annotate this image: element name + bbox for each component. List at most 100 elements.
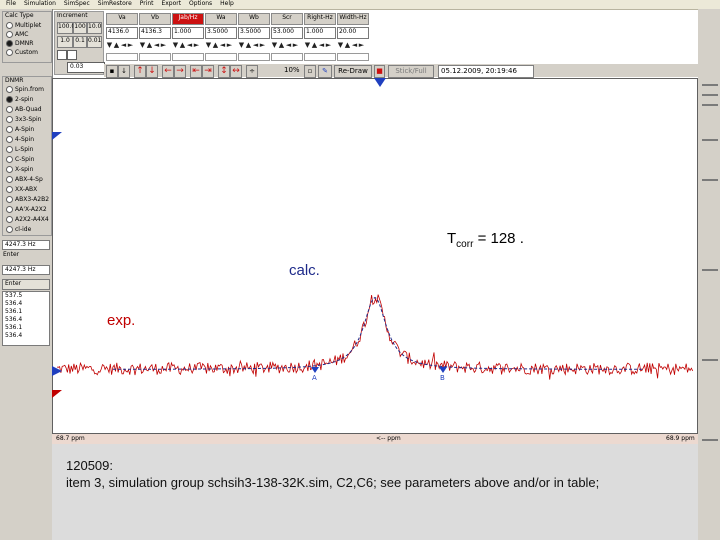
step-left-icon[interactable]: ◄ xyxy=(318,41,325,50)
save-icon[interactable]: ▪ xyxy=(106,65,118,78)
dnmr-option[interactable]: 4-Spin xyxy=(3,136,51,145)
expand-right-icon[interactable]: ⇥ xyxy=(202,65,214,78)
redraw-button[interactable]: Re-Draw xyxy=(334,65,372,78)
increment-button-1[interactable]: 1.0 xyxy=(57,36,73,48)
list-item[interactable]: 536.1 xyxy=(5,308,49,316)
dnmr-option[interactable]: 3x3-Spin xyxy=(3,116,51,125)
step-left-icon[interactable]: ◄ xyxy=(351,41,358,50)
param-label[interactable]: Wa xyxy=(205,13,237,25)
calc-option-custom[interactable]: Custom xyxy=(3,49,51,57)
arrow-down-icon[interactable]: ↓ xyxy=(146,65,158,78)
dnmr-option[interactable]: A2X2-A4X4 xyxy=(3,216,51,225)
param-value-field[interactable]: 3.5000 xyxy=(205,27,237,39)
dnmr-option[interactable]: 2-spin xyxy=(3,96,51,105)
param-value-field[interactable]: 1.000 xyxy=(304,27,336,39)
param-slider[interactable] xyxy=(139,53,171,61)
list-item[interactable]: 537.5 xyxy=(5,292,49,300)
param-slider[interactable] xyxy=(337,53,369,61)
dnmr-option[interactable]: XX-ABX xyxy=(3,186,51,195)
param-value-field[interactable]: 4136.3 xyxy=(139,27,171,39)
dnmr-option[interactable]: cl-ide xyxy=(3,226,51,235)
enter-button[interactable]: Enter xyxy=(2,279,50,290)
menu-file[interactable]: File xyxy=(6,0,16,8)
param-label[interactable]: Va xyxy=(106,13,138,25)
step-left-icon[interactable]: ◄ xyxy=(186,41,193,50)
zoom-out-icon[interactable]: ↔ xyxy=(230,65,242,78)
calc-option-amc[interactable]: AMC xyxy=(3,31,51,39)
increment-checkbox[interactable] xyxy=(57,50,67,60)
param-value-field[interactable]: 1.000 xyxy=(172,27,204,39)
step-down-icon[interactable]: ▼ xyxy=(271,41,278,50)
menu-export[interactable]: Export xyxy=(161,0,181,8)
increment-button-0-1[interactable]: 0.1 xyxy=(73,36,87,48)
arrow-up-icon[interactable]: ↑ xyxy=(134,65,146,78)
scale-icon[interactable]: ÷ xyxy=(246,65,258,78)
dnmr-option[interactable]: C-Spin xyxy=(3,156,51,165)
dnmr-option[interactable]: L-Spin xyxy=(3,146,51,155)
step-down-icon[interactable]: ▼ xyxy=(139,41,146,50)
arrow-left-icon[interactable]: ← xyxy=(162,65,174,78)
step-up-icon[interactable]: ▲ xyxy=(245,41,252,50)
step-up-icon[interactable]: ▲ xyxy=(113,41,120,50)
param-value-field[interactable]: 20.00 xyxy=(337,27,369,39)
arrow-right-icon[interactable]: → xyxy=(174,65,186,78)
step-right-icon[interactable]: ► xyxy=(193,41,200,50)
param-label[interactable]: Scr xyxy=(271,13,303,25)
frequency-field-1[interactable]: 4247.3 Hz xyxy=(2,240,50,250)
dnmr-option[interactable]: X-spin xyxy=(3,166,51,175)
param-label[interactable]: Width-Hz xyxy=(337,13,369,25)
step-right-icon[interactable]: ► xyxy=(325,41,332,50)
step-right-icon[interactable]: ► xyxy=(127,41,134,50)
param-label[interactable]: Jab/Hz xyxy=(172,13,204,25)
step-up-icon[interactable]: ▲ xyxy=(146,41,153,50)
step-down-icon[interactable]: ▼ xyxy=(205,41,212,50)
increment-value-field[interactable]: 0.03 xyxy=(67,62,105,73)
calc-option-dmnr[interactable]: DMNR xyxy=(3,40,51,48)
param-value-field[interactable]: 4136.0 xyxy=(106,27,138,39)
param-slider[interactable] xyxy=(106,53,138,61)
step-down-icon[interactable]: ▼ xyxy=(238,41,245,50)
param-slider[interactable] xyxy=(205,53,237,61)
step-left-icon[interactable]: ◄ xyxy=(285,41,292,50)
step-left-icon[interactable]: ◄ xyxy=(252,41,259,50)
param-slider[interactable] xyxy=(271,53,303,61)
dnmr-option[interactable]: AB-Quad xyxy=(3,106,51,115)
step-right-icon[interactable]: ► xyxy=(160,41,167,50)
dnmr-option[interactable]: ABX3-A2B2 xyxy=(3,196,51,205)
step-right-icon[interactable]: ► xyxy=(259,41,266,50)
step-right-icon[interactable]: ► xyxy=(358,41,365,50)
menu-simulation[interactable]: Simulation xyxy=(24,0,56,8)
param-label[interactable]: Right-Hz xyxy=(304,13,336,25)
increment-button-0-01[interactable]: 0.01 xyxy=(87,36,102,48)
step-down-icon[interactable]: ▼ xyxy=(337,41,344,50)
param-label[interactable]: Wb xyxy=(238,13,270,25)
dnmr-option[interactable]: A-Spin xyxy=(3,126,51,135)
value-list[interactable]: 537.5 536.4 536.1 536.4 536.1 536.4 xyxy=(2,291,50,346)
dnmr-option[interactable]: ABX-4-Sp xyxy=(3,176,51,185)
spectrum-plot[interactable]: AB xyxy=(52,78,698,434)
step-down-icon[interactable]: ▼ xyxy=(304,41,311,50)
stop-icon[interactable]: ■ xyxy=(374,65,385,78)
list-item[interactable]: 536.4 xyxy=(5,300,49,308)
increment-button-10[interactable]: 10.0 xyxy=(87,22,102,34)
list-item[interactable]: 536.4 xyxy=(5,316,49,324)
list-item[interactable]: 536.4 xyxy=(5,332,49,340)
step-down-icon[interactable]: ▼ xyxy=(106,41,113,50)
increment-button-100-0[interactable]: 100.0 xyxy=(57,22,75,34)
frequency-field-2[interactable]: 4247.3 Hz xyxy=(2,265,50,275)
expand-left-icon[interactable]: ⇤ xyxy=(190,65,202,78)
list-item[interactable]: 536.1 xyxy=(5,324,49,332)
step-up-icon[interactable]: ▲ xyxy=(179,41,186,50)
down-icon[interactable]: ↓ xyxy=(118,65,130,78)
stick-full-button[interactable]: Stick/Full xyxy=(388,65,434,78)
step-up-icon[interactable]: ▲ xyxy=(311,41,318,50)
step-down-icon[interactable]: ▼ xyxy=(172,41,179,50)
param-slider[interactable] xyxy=(172,53,204,61)
step-left-icon[interactable]: ◄ xyxy=(120,41,127,50)
param-value-field[interactable]: 53.000 xyxy=(271,27,303,39)
zoom-in-icon[interactable]: ↕ xyxy=(218,65,230,78)
step-right-icon[interactable]: ► xyxy=(292,41,299,50)
menu-print[interactable]: Print xyxy=(140,0,154,8)
param-value-field[interactable]: 3.5000 xyxy=(238,27,270,39)
menu-options[interactable]: Options xyxy=(189,0,212,8)
